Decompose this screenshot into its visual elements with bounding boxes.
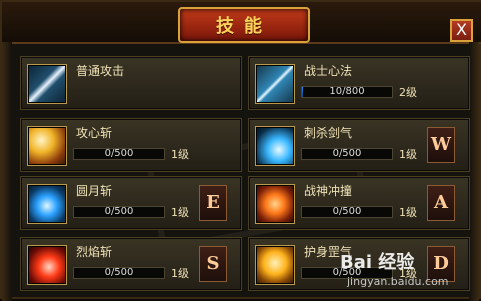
blade-icon xyxy=(255,64,295,104)
skill-name: 战士心法 xyxy=(304,64,353,78)
skill-level: 1级 xyxy=(171,148,189,161)
skill-exp-bar: 0/500 xyxy=(73,206,165,218)
skill-exp-bar: 0/500 xyxy=(73,267,165,279)
skill-cell-flame-slash[interactable]: 烈焰斩 0/500 1级 S xyxy=(20,237,242,291)
hotkey-button[interactable]: E xyxy=(199,185,227,221)
skill-name: 刺杀剑气 xyxy=(304,126,353,140)
hotkey-button[interactable]: A xyxy=(427,185,455,221)
skill-exp-text: 0/500 xyxy=(332,267,362,278)
skill-name: 护身罡气 xyxy=(304,245,353,259)
shield-aura-icon xyxy=(255,245,295,285)
skill-level: 2级 xyxy=(399,86,417,99)
skill-level: 1级 xyxy=(399,148,417,161)
skill-level: 1级 xyxy=(171,267,189,280)
title-plate: 技能 xyxy=(178,7,310,43)
flame-slash-icon xyxy=(27,245,67,285)
hotkey-button[interactable]: D xyxy=(427,246,455,282)
close-button[interactable]: X xyxy=(450,19,473,42)
skill-exp-text: 0/500 xyxy=(104,267,134,278)
skill-name: 圆月斩 xyxy=(76,184,113,198)
skill-cell-warrior-heart[interactable]: 战士心法 10/800 2级 xyxy=(248,56,470,110)
skill-exp-text: 0/500 xyxy=(104,206,134,217)
skill-level: 1级 xyxy=(399,206,417,219)
skill-level: 1级 xyxy=(399,267,417,280)
skill-cell-war-god-charge[interactable]: 战神冲撞 0/500 1级 A xyxy=(248,176,470,230)
skill-name: 烈焰斩 xyxy=(76,245,113,259)
left-frame xyxy=(2,42,12,301)
skills-window: 技能 X 普通攻击 战士心法 10/800 2级 攻心斩 0/500 1级 刺杀… xyxy=(0,0,481,301)
skill-cell-basic-attack[interactable]: 普通攻击 xyxy=(20,56,242,110)
right-frame xyxy=(469,42,479,301)
hotkey-button[interactable]: W xyxy=(427,127,455,163)
skill-name: 攻心斩 xyxy=(76,126,113,140)
skill-exp-bar: 0/500 xyxy=(73,148,165,160)
skill-exp-bar: 0/500 xyxy=(301,267,393,279)
skill-level: 1级 xyxy=(171,206,189,219)
golden-slash-icon xyxy=(27,126,67,166)
skill-exp-bar: 0/500 xyxy=(301,148,393,160)
skill-cell-body-shield[interactable]: 护身罡气 0/500 1级 D xyxy=(248,237,470,291)
skill-exp-text: 0/500 xyxy=(332,148,362,159)
skill-exp-text: 0/500 xyxy=(104,148,134,159)
hotkey-button[interactable]: S xyxy=(199,246,227,282)
skill-exp-bar: 0/500 xyxy=(301,206,393,218)
skill-cell-assassin-sword-qi[interactable]: 刺杀剑气 0/500 1级 W xyxy=(248,118,470,172)
title-bar: 技能 X xyxy=(2,2,481,44)
skill-cell-half-moon-slash[interactable]: 圆月斩 0/500 1级 E xyxy=(20,176,242,230)
skill-cell-attack-heart-slash[interactable]: 攻心斩 0/500 1级 xyxy=(20,118,242,172)
skill-name: 普通攻击 xyxy=(76,64,125,78)
skill-exp-text: 0/500 xyxy=(332,206,362,217)
sword-icon xyxy=(27,64,67,104)
crescent-slash-icon xyxy=(27,184,67,224)
skill-exp-text: 10/800 xyxy=(329,86,365,97)
skill-exp-bar: 10/800 xyxy=(301,86,393,98)
window-title: 技能 xyxy=(216,16,272,37)
sword-qi-icon xyxy=(255,126,295,166)
skill-name: 战神冲撞 xyxy=(304,184,353,198)
charge-icon xyxy=(255,184,295,224)
